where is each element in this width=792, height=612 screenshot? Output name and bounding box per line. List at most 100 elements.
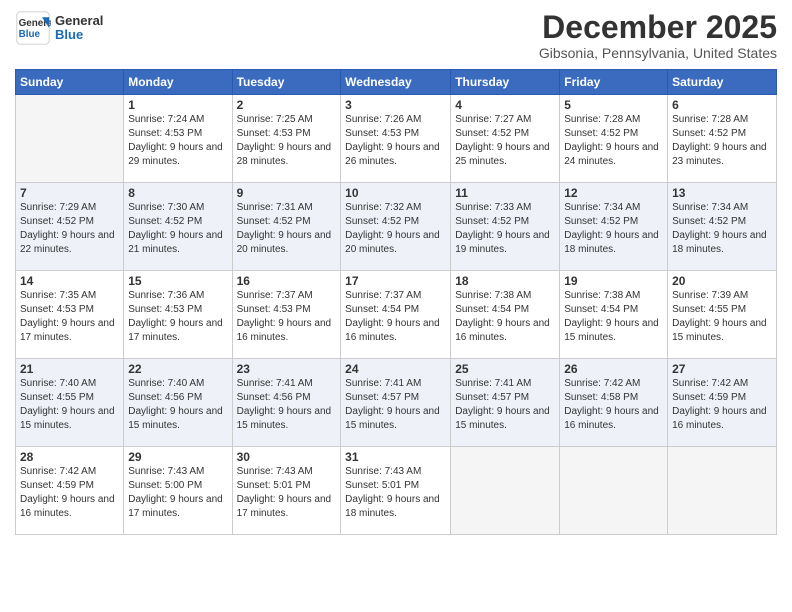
calendar-cell: 30Sunrise: 7:43 AMSunset: 5:01 PMDayligh… <box>232 447 341 535</box>
day-info: Sunrise: 7:39 AMSunset: 4:55 PMDaylight:… <box>672 289 772 345</box>
day-number: 2 <box>237 98 337 112</box>
calendar-cell: 11Sunrise: 7:33 AMSunset: 4:52 PMDayligh… <box>451 183 560 271</box>
calendar-week-row: 14Sunrise: 7:35 AMSunset: 4:53 PMDayligh… <box>16 271 777 359</box>
calendar-cell: 12Sunrise: 7:34 AMSunset: 4:52 PMDayligh… <box>560 183 668 271</box>
day-info: Sunrise: 7:43 AMSunset: 5:00 PMDaylight:… <box>128 465 227 521</box>
day-info: Sunrise: 7:38 AMSunset: 4:54 PMDaylight:… <box>455 289 555 345</box>
calendar: SundayMondayTuesdayWednesdayThursdayFrid… <box>15 69 777 535</box>
calendar-week-row: 7Sunrise: 7:29 AMSunset: 4:52 PMDaylight… <box>16 183 777 271</box>
header-friday: Friday <box>560 70 668 95</box>
calendar-cell: 7Sunrise: 7:29 AMSunset: 4:52 PMDaylight… <box>16 183 124 271</box>
day-number: 16 <box>237 274 337 288</box>
calendar-cell: 8Sunrise: 7:30 AMSunset: 4:52 PMDaylight… <box>124 183 232 271</box>
calendar-cell <box>451 447 560 535</box>
day-number: 23 <box>237 362 337 376</box>
day-number: 10 <box>345 186 446 200</box>
day-number: 25 <box>455 362 555 376</box>
header-monday: Monday <box>124 70 232 95</box>
day-info: Sunrise: 7:40 AMSunset: 4:55 PMDaylight:… <box>20 377 119 433</box>
calendar-header-row: SundayMondayTuesdayWednesdayThursdayFrid… <box>16 70 777 95</box>
calendar-cell: 9Sunrise: 7:31 AMSunset: 4:52 PMDaylight… <box>232 183 341 271</box>
day-number: 18 <box>455 274 555 288</box>
day-info: Sunrise: 7:42 AMSunset: 4:58 PMDaylight:… <box>564 377 663 433</box>
calendar-cell: 13Sunrise: 7:34 AMSunset: 4:52 PMDayligh… <box>668 183 777 271</box>
header: General Blue General Blue December 2025 … <box>15 10 777 61</box>
day-number: 11 <box>455 186 555 200</box>
day-number: 1 <box>128 98 227 112</box>
header-thursday: Thursday <box>451 70 560 95</box>
calendar-cell: 26Sunrise: 7:42 AMSunset: 4:58 PMDayligh… <box>560 359 668 447</box>
day-info: Sunrise: 7:38 AMSunset: 4:54 PMDaylight:… <box>564 289 663 345</box>
day-info: Sunrise: 7:42 AMSunset: 4:59 PMDaylight:… <box>672 377 772 433</box>
calendar-cell: 24Sunrise: 7:41 AMSunset: 4:57 PMDayligh… <box>341 359 451 447</box>
day-info: Sunrise: 7:41 AMSunset: 4:57 PMDaylight:… <box>345 377 446 433</box>
day-info: Sunrise: 7:27 AMSunset: 4:52 PMDaylight:… <box>455 113 555 169</box>
calendar-cell: 17Sunrise: 7:37 AMSunset: 4:54 PMDayligh… <box>341 271 451 359</box>
calendar-cell <box>560 447 668 535</box>
day-number: 5 <box>564 98 663 112</box>
day-number: 30 <box>237 450 337 464</box>
calendar-cell: 23Sunrise: 7:41 AMSunset: 4:56 PMDayligh… <box>232 359 341 447</box>
day-number: 19 <box>564 274 663 288</box>
day-info: Sunrise: 7:37 AMSunset: 4:54 PMDaylight:… <box>345 289 446 345</box>
calendar-cell: 14Sunrise: 7:35 AMSunset: 4:53 PMDayligh… <box>16 271 124 359</box>
calendar-cell: 5Sunrise: 7:28 AMSunset: 4:52 PMDaylight… <box>560 95 668 183</box>
calendar-cell <box>668 447 777 535</box>
day-info: Sunrise: 7:42 AMSunset: 4:59 PMDaylight:… <box>20 465 119 521</box>
day-info: Sunrise: 7:35 AMSunset: 4:53 PMDaylight:… <box>20 289 119 345</box>
day-number: 12 <box>564 186 663 200</box>
day-number: 20 <box>672 274 772 288</box>
day-number: 3 <box>345 98 446 112</box>
day-number: 17 <box>345 274 446 288</box>
calendar-cell: 27Sunrise: 7:42 AMSunset: 4:59 PMDayligh… <box>668 359 777 447</box>
calendar-cell: 15Sunrise: 7:36 AMSunset: 4:53 PMDayligh… <box>124 271 232 359</box>
calendar-cell: 16Sunrise: 7:37 AMSunset: 4:53 PMDayligh… <box>232 271 341 359</box>
day-info: Sunrise: 7:41 AMSunset: 4:56 PMDaylight:… <box>237 377 337 433</box>
day-number: 8 <box>128 186 227 200</box>
calendar-cell: 10Sunrise: 7:32 AMSunset: 4:52 PMDayligh… <box>341 183 451 271</box>
day-info: Sunrise: 7:25 AMSunset: 4:53 PMDaylight:… <box>237 113 337 169</box>
day-number: 26 <box>564 362 663 376</box>
calendar-cell: 25Sunrise: 7:41 AMSunset: 4:57 PMDayligh… <box>451 359 560 447</box>
day-number: 31 <box>345 450 446 464</box>
header-tuesday: Tuesday <box>232 70 341 95</box>
day-info: Sunrise: 7:34 AMSunset: 4:52 PMDaylight:… <box>564 201 663 257</box>
header-wednesday: Wednesday <box>341 70 451 95</box>
header-sunday: Sunday <box>16 70 124 95</box>
calendar-cell: 4Sunrise: 7:27 AMSunset: 4:52 PMDaylight… <box>451 95 560 183</box>
calendar-week-row: 1Sunrise: 7:24 AMSunset: 4:53 PMDaylight… <box>16 95 777 183</box>
day-number: 24 <box>345 362 446 376</box>
day-number: 7 <box>20 186 119 200</box>
day-info: Sunrise: 7:26 AMSunset: 4:53 PMDaylight:… <box>345 113 446 169</box>
day-number: 22 <box>128 362 227 376</box>
logo-icon: General Blue <box>15 10 51 46</box>
day-info: Sunrise: 7:28 AMSunset: 4:52 PMDaylight:… <box>672 113 772 169</box>
header-saturday: Saturday <box>668 70 777 95</box>
day-number: 14 <box>20 274 119 288</box>
month-title: December 2025 <box>539 10 777 45</box>
day-number: 27 <box>672 362 772 376</box>
logo: General Blue General Blue <box>15 10 103 46</box>
calendar-cell: 6Sunrise: 7:28 AMSunset: 4:52 PMDaylight… <box>668 95 777 183</box>
day-info: Sunrise: 7:29 AMSunset: 4:52 PMDaylight:… <box>20 201 119 257</box>
calendar-cell: 29Sunrise: 7:43 AMSunset: 5:00 PMDayligh… <box>124 447 232 535</box>
logo-general-text: General <box>55 14 103 28</box>
svg-text:Blue: Blue <box>19 29 41 40</box>
day-number: 15 <box>128 274 227 288</box>
location: Gibsonia, Pennsylvania, United States <box>539 45 777 61</box>
day-number: 6 <box>672 98 772 112</box>
day-info: Sunrise: 7:24 AMSunset: 4:53 PMDaylight:… <box>128 113 227 169</box>
calendar-cell: 31Sunrise: 7:43 AMSunset: 5:01 PMDayligh… <box>341 447 451 535</box>
day-number: 29 <box>128 450 227 464</box>
calendar-cell: 28Sunrise: 7:42 AMSunset: 4:59 PMDayligh… <box>16 447 124 535</box>
day-info: Sunrise: 7:28 AMSunset: 4:52 PMDaylight:… <box>564 113 663 169</box>
calendar-cell: 1Sunrise: 7:24 AMSunset: 4:53 PMDaylight… <box>124 95 232 183</box>
calendar-cell: 3Sunrise: 7:26 AMSunset: 4:53 PMDaylight… <box>341 95 451 183</box>
calendar-week-row: 28Sunrise: 7:42 AMSunset: 4:59 PMDayligh… <box>16 447 777 535</box>
day-info: Sunrise: 7:36 AMSunset: 4:53 PMDaylight:… <box>128 289 227 345</box>
day-info: Sunrise: 7:37 AMSunset: 4:53 PMDaylight:… <box>237 289 337 345</box>
day-number: 9 <box>237 186 337 200</box>
calendar-cell: 19Sunrise: 7:38 AMSunset: 4:54 PMDayligh… <box>560 271 668 359</box>
calendar-cell <box>16 95 124 183</box>
logo-blue-text: Blue <box>55 28 103 42</box>
